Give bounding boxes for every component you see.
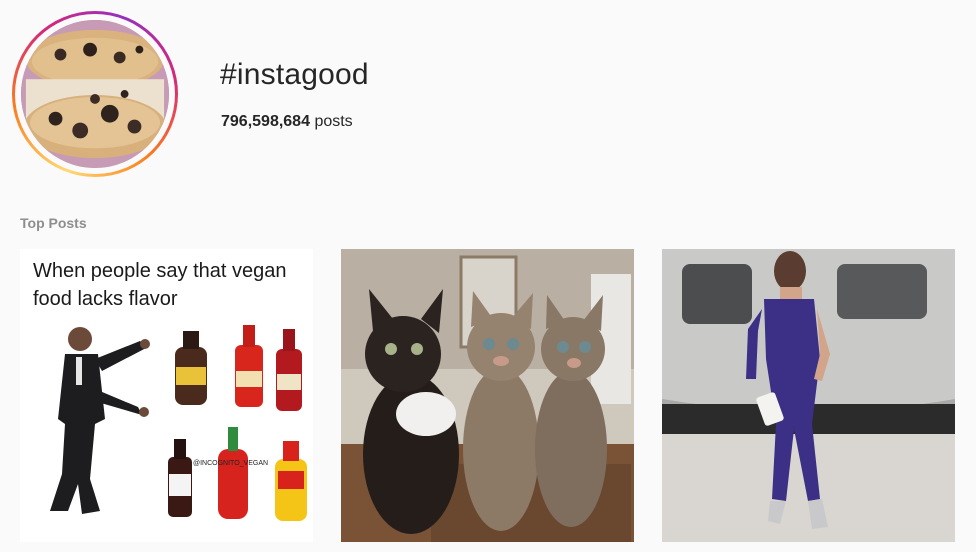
kittens-image-icon [341, 249, 634, 542]
meme-image-icon: @INCOGNITO_VEGAN [50, 325, 307, 521]
posts-count-number: 796,598,684 [221, 113, 310, 130]
top-post-3[interactable] [662, 249, 955, 542]
meme-watermark: @INCOGNITO_VEGAN [193, 460, 268, 467]
cookie-image-icon [21, 20, 169, 168]
hashtag-avatar[interactable] [12, 11, 178, 177]
hashtag-title: #instagood [220, 58, 369, 91]
top-post-2[interactable] [341, 249, 634, 542]
top-post-1[interactable]: When people say that vegan food lacks fl… [20, 249, 313, 542]
avatar-image [21, 20, 169, 168]
fashion-image-icon [662, 249, 955, 542]
avatar-inner [15, 14, 175, 174]
posts-count: 796,598,684 posts [221, 113, 353, 131]
top-posts-label: Top Posts [20, 215, 87, 231]
posts-count-label: posts [314, 113, 353, 130]
